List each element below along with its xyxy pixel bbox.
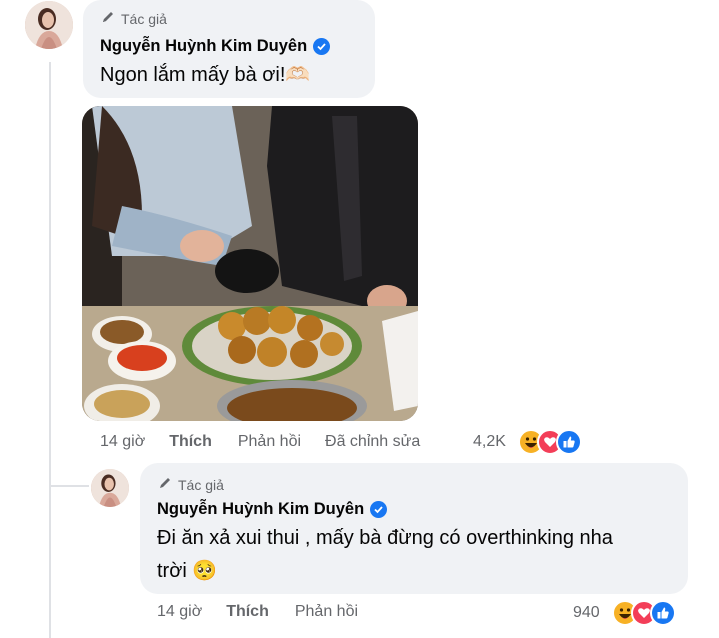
like-icon xyxy=(555,429,582,455)
verified-badge-icon xyxy=(370,501,388,518)
edited-label[interactable]: Đã chỉnh sửa xyxy=(325,433,420,451)
verified-badge-icon xyxy=(313,38,331,55)
comment-text: Ngon lắm mấy bà ơi!🫶🏻 xyxy=(100,64,311,86)
reply-reaction-summary[interactable]: 940 xyxy=(573,600,676,626)
thread-line-branch xyxy=(49,485,89,487)
reply-button[interactable]: Phản hồi xyxy=(238,433,301,451)
like-icon xyxy=(649,600,676,626)
reply-text: Đi ăn xả xui thui , mấy bà đừng có overt… xyxy=(157,522,682,588)
thread-line-vertical xyxy=(49,62,51,638)
reply-author-name-label[interactable]: Nguyễn Huỳnh Kim Duyên xyxy=(157,500,364,519)
reply-author-tag: Tác giả xyxy=(158,476,224,493)
reply-actions: 14 giờ Thích Phản hồi xyxy=(157,603,358,621)
reply-reply-button[interactable]: Phản hồi xyxy=(295,603,358,621)
reply-like-button[interactable]: Thích xyxy=(226,603,269,621)
pen-icon xyxy=(101,10,115,27)
pen-icon xyxy=(158,476,172,493)
author-name[interactable]: Nguyễn Huỳnh Kim Duyên xyxy=(100,37,331,56)
reply-time[interactable]: 14 giờ xyxy=(157,603,202,621)
comment-time[interactable]: 14 giờ xyxy=(100,433,145,451)
reaction-count[interactable]: 4,2K xyxy=(473,433,506,451)
reply-author-tag-label: Tác giả xyxy=(178,476,224,493)
reply-text-line2: trời 🥺 xyxy=(157,560,218,582)
avatar[interactable] xyxy=(25,1,73,49)
author-name-label[interactable]: Nguyễn Huỳnh Kim Duyên xyxy=(100,37,307,56)
reply-avatar[interactable] xyxy=(91,469,129,507)
author-tag: Tác giả xyxy=(101,10,167,27)
reply-text-line1: Đi ăn xả xui thui , mấy bà đừng có overt… xyxy=(157,527,613,549)
author-tag-label: Tác giả xyxy=(121,10,167,27)
comment-photo[interactable] xyxy=(82,106,418,421)
comment-actions: 14 giờ Thích Phản hồi Đã chỉnh sửa xyxy=(100,433,420,451)
reaction-summary[interactable]: 4,2K xyxy=(473,429,582,455)
reply-author-name[interactable]: Nguyễn Huỳnh Kim Duyên xyxy=(157,500,388,519)
like-button[interactable]: Thích xyxy=(169,433,212,451)
reply-reaction-count[interactable]: 940 xyxy=(573,604,600,622)
